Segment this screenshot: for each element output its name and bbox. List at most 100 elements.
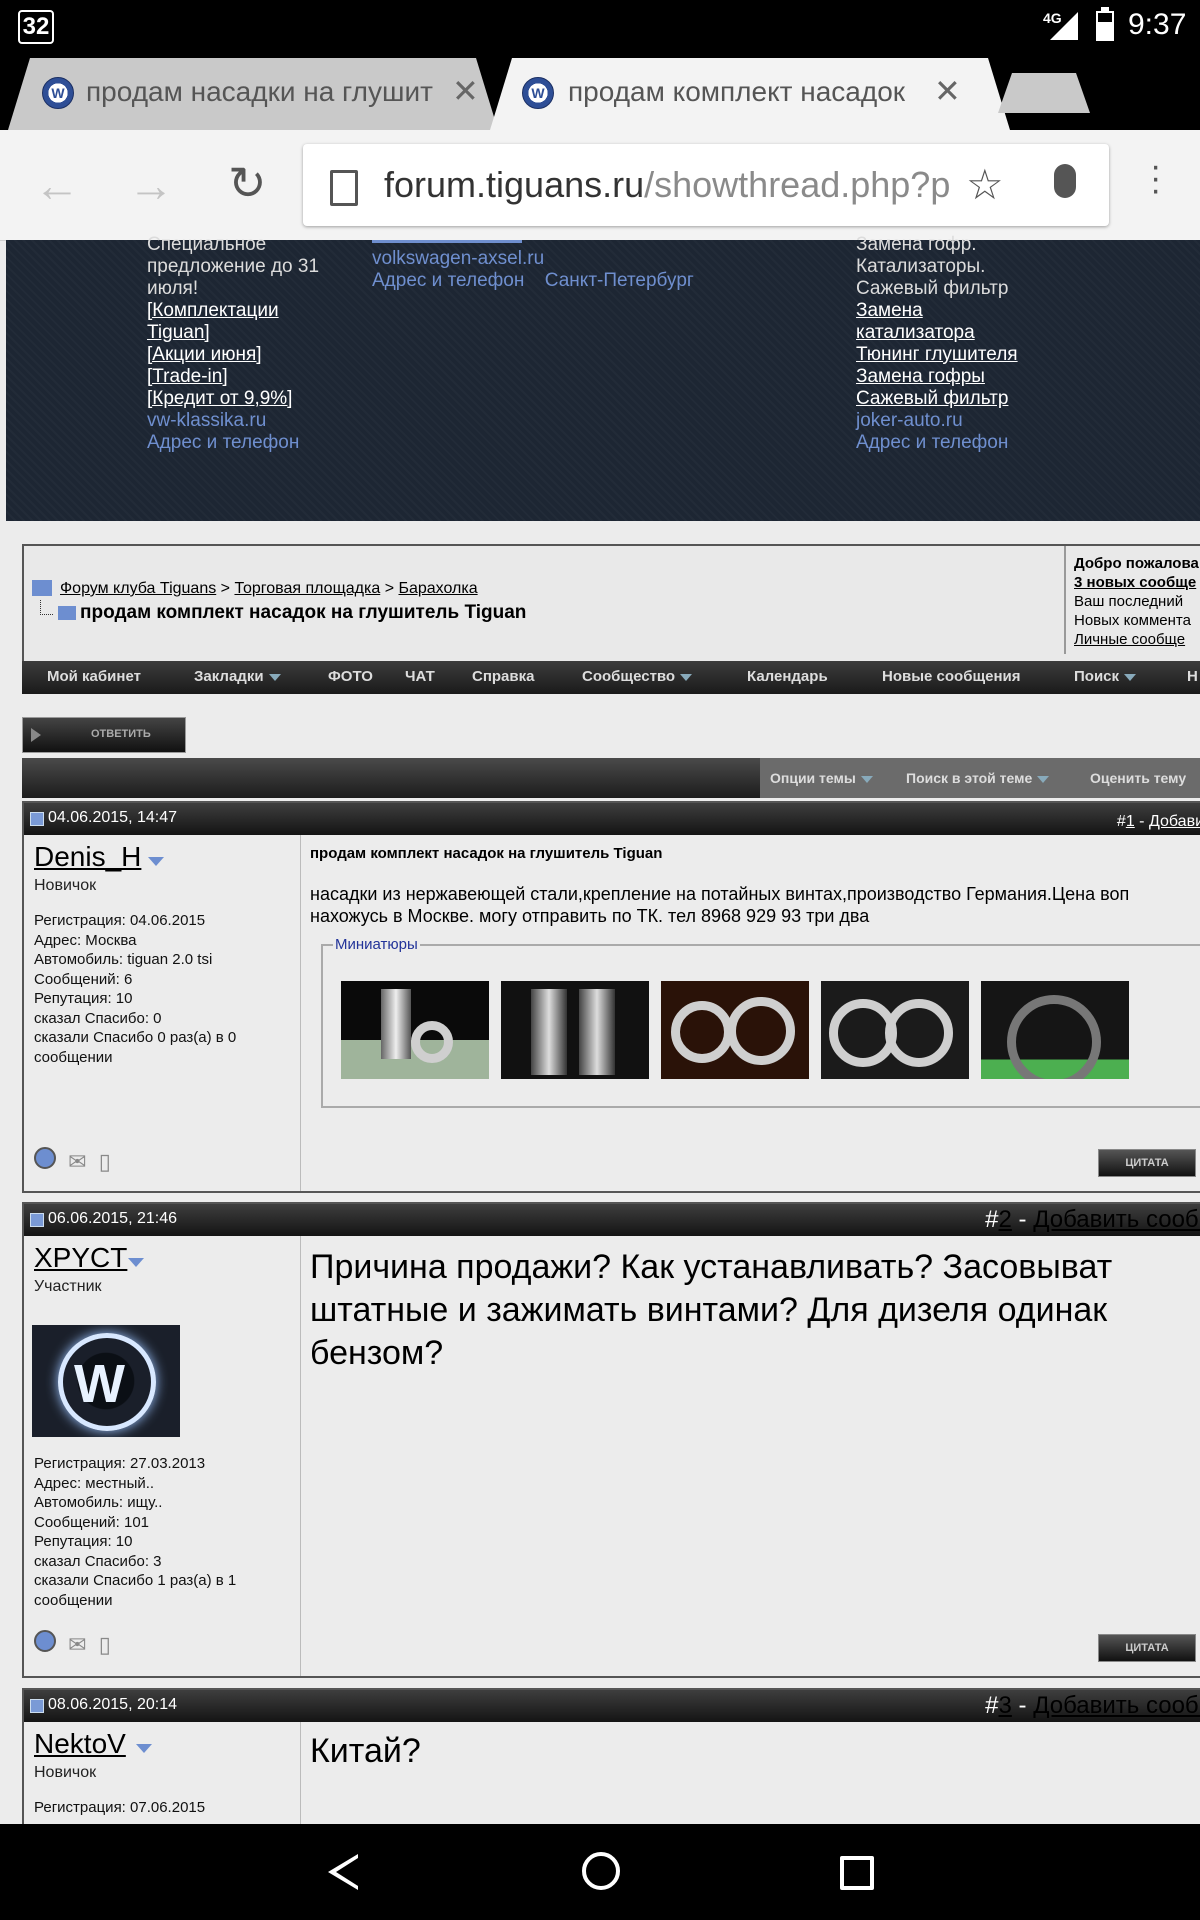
menu-new-posts[interactable]: Новые сообщения — [882, 668, 1021, 685]
banner-site-link[interactable]: vw-klassika.ru — [147, 410, 319, 432]
user-title: Новичок — [34, 877, 97, 894]
banner-contact-link[interactable]: Адрес и телефон — [372, 270, 524, 291]
menu-dots-icon[interactable]: · · · — [1150, 149, 1161, 207]
thumbnail-2[interactable] — [501, 981, 649, 1079]
thumbnail-5[interactable] — [981, 981, 1129, 1079]
user-menu-dropdown-icon[interactable] — [136, 1744, 152, 1753]
banner-text: Замена гофр. — [856, 234, 977, 255]
private-messages-link[interactable]: Личные сообще — [1074, 630, 1200, 649]
banner-contact-link[interactable]: Адрес и телефон — [147, 432, 319, 454]
bookmark-star-icon[interactable]: ☆ — [966, 160, 1004, 209]
user-thanks-received: сказали Спасибо 0 раз(а) в 0 сообщении — [34, 1029, 237, 1066]
menu-community[interactable]: Сообщество — [582, 668, 693, 685]
add-to-quote-link[interactable]: Добави — [1149, 813, 1200, 830]
menu-search[interactable]: Поиск — [1074, 668, 1137, 685]
banner-site-link[interactable]: joker-auto.ru — [856, 410, 1018, 432]
username-link[interactable]: XPYCT — [34, 1242, 127, 1274]
clock: 9:37 — [1128, 8, 1187, 41]
banner-link[interactable]: Замена — [856, 300, 1018, 322]
banner-site-link[interactable]: volkswagen-axsel.ru — [372, 248, 694, 270]
dropdown-arrow-icon — [1037, 775, 1050, 783]
reload-icon[interactable]: ↻ — [228, 156, 267, 210]
forum-menu-bar: Мой кабинет Закладки ФОТО ЧАТ Справка Со… — [22, 661, 1200, 694]
post-number: #1 - Добави — [1117, 805, 1200, 833]
quote-button[interactable]: ЦИТАТА — [1098, 1149, 1196, 1177]
banner-text: июля! — [147, 278, 199, 299]
banner-city-link[interactable]: Санкт-Петербург — [545, 270, 694, 291]
new-messages-link[interactable]: 3 новых сообще — [1074, 573, 1200, 592]
user-menu-dropdown-icon[interactable] — [128, 1258, 144, 1267]
thread-options-menu[interactable]: Опции темы — [770, 770, 873, 786]
username-link[interactable]: Denis_H — [34, 841, 141, 873]
add-to-quote-link[interactable]: Добавить сообі — [1033, 1206, 1200, 1233]
breadcrumb-marketplace[interactable]: Торговая площадка — [234, 580, 380, 597]
vw-favicon-icon: W — [42, 77, 74, 109]
recents-nav-icon[interactable] — [840, 1856, 874, 1890]
search-thread-menu[interactable]: Поиск в этой теме — [906, 770, 1050, 786]
forum-home-icon[interactable] — [32, 580, 52, 596]
url-path: /showthread.php?p — [644, 164, 949, 205]
home-nav-icon[interactable] — [582, 1852, 620, 1890]
report-icon[interactable]: ✉ — [68, 1149, 86, 1174]
post-text-line: штатные и зажимать винтами? Для дизеля о… — [310, 1291, 1108, 1329]
close-tab-icon[interactable]: ✕ — [452, 72, 479, 110]
banner-link[interactable]: Сажевый фильтр — [856, 388, 1018, 410]
add-to-quote-link[interactable]: Добавить сообі — [1033, 1692, 1200, 1719]
quote-button[interactable]: ЦИТАТА — [1098, 1634, 1196, 1662]
menu-photo[interactable]: ФОТО — [328, 668, 373, 685]
menu-my-cabinet[interactable]: Мой кабинет — [47, 668, 141, 685]
username-link[interactable]: NektoV — [34, 1728, 126, 1760]
user-menu-dropdown-icon[interactable] — [148, 857, 164, 866]
post-icons: ✉ ▯ — [34, 1147, 111, 1175]
reputation-icon[interactable]: ▯ — [99, 1632, 111, 1657]
reply-button[interactable]: ОТВЕТИТЬ — [22, 717, 186, 753]
post-permalink[interactable]: 3 — [999, 1692, 1012, 1719]
forward-arrow-icon[interactable]: → — [128, 158, 174, 212]
menu-calendar[interactable]: Календарь — [747, 668, 828, 685]
vw-letter-icon: W — [74, 1354, 125, 1414]
banner-link[interactable]: [Кредит от 9,9%] — [147, 388, 319, 410]
thumbnail-4[interactable] — [821, 981, 969, 1079]
post-text-line: бензом? — [310, 1334, 444, 1372]
url-text[interactable]: forum.tiguans.ru/showthread.php?p — [384, 164, 949, 206]
dropdown-arrow-icon — [860, 775, 873, 783]
user-post-count: Сообщений: 101 — [34, 1513, 150, 1531]
banner-link[interactable]: [Комплектации — [147, 300, 319, 322]
menu-more[interactable]: Н — [1187, 668, 1198, 685]
post-permalink[interactable]: 1 — [1126, 813, 1135, 830]
welcome-box: Добро пожалова 3 новых сообще Ваш послед… — [1064, 546, 1200, 654]
reputation-icon[interactable]: ▯ — [99, 1149, 111, 1174]
banner-link[interactable]: [Trade-in] — [147, 366, 319, 388]
thumbnail-1[interactable] — [341, 981, 489, 1079]
online-status-icon — [34, 1630, 56, 1652]
browser-tab-2-active[interactable]: W продам комплект насадок ✕ — [490, 58, 1010, 130]
thumbnail-3[interactable] — [661, 981, 809, 1079]
microphone-icon[interactable] — [1054, 164, 1076, 198]
menu-help[interactable]: Справка — [472, 668, 534, 685]
banner-contact-link[interactable]: Адрес и телефон — [856, 432, 1018, 454]
banner-link[interactable]: Tiguan] — [147, 322, 319, 344]
new-tab-button[interactable] — [998, 73, 1090, 113]
banner-link[interactable]: Замена гофры — [856, 366, 1018, 388]
banner-text: Специальное — [147, 234, 267, 255]
post-subject: продам комплект насадок на глушитель Tig… — [310, 845, 663, 862]
post-text-line: Китай? — [310, 1732, 421, 1770]
back-arrow-icon[interactable]: ← — [34, 158, 80, 212]
rate-thread-menu[interactable]: Оценить тему — [1090, 770, 1186, 786]
post-permalink[interactable]: 2 — [999, 1206, 1012, 1233]
breadcrumb-forum[interactable]: Форум клуба Tiguans — [60, 580, 216, 597]
user-thanks-given: сказал Спасибо: 3 — [34, 1552, 162, 1570]
post-header: 08.06.2015, 20:14 #3 - Добавить сообі — [24, 1690, 1200, 1722]
banner-link[interactable]: [Акции июня] — [147, 344, 319, 366]
close-tab-icon[interactable]: ✕ — [934, 72, 961, 110]
browser-tab-1[interactable]: W продам насадки на глушит ✕ — [8, 58, 498, 130]
user-info-column: XPYCT Участник Регистрация: 27.03.2013 А… — [24, 1236, 301, 1676]
breadcrumb-flea-market[interactable]: Барахолка — [398, 580, 477, 597]
report-icon[interactable]: ✉ — [68, 1632, 86, 1657]
menu-bookmarks[interactable]: Закладки — [194, 668, 281, 685]
menu-chat[interactable]: ЧАТ — [405, 668, 435, 685]
banner-text: предложение до 31 — [147, 256, 320, 277]
post-body: Китай? — [310, 1732, 421, 1771]
banner-link[interactable]: Тюнинг глушителя — [856, 344, 1018, 366]
banner-link[interactable]: катализатора — [856, 322, 1018, 344]
